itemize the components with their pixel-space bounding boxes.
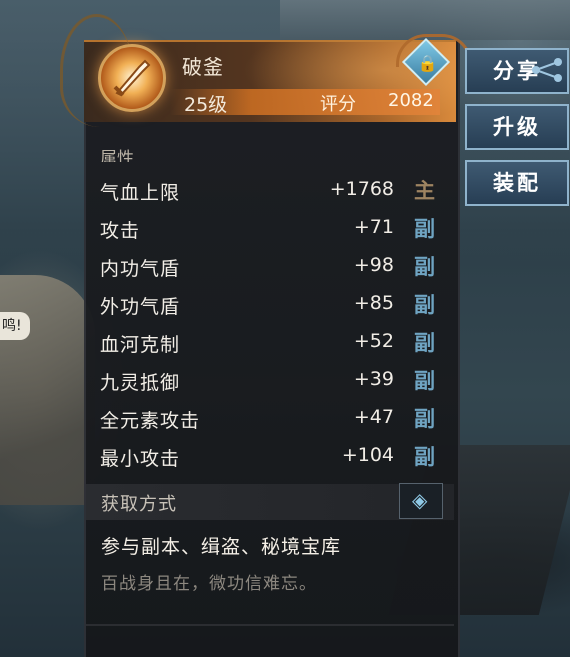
attribute-row: 全元素攻击 +47 副 bbox=[100, 402, 440, 438]
attribute-value: +104 bbox=[341, 444, 394, 466]
arrow-right-icon: ◈ bbox=[412, 488, 428, 512]
attribute-value: +1768 bbox=[329, 178, 394, 200]
attribute-row: 外功气盾 +85 副 bbox=[100, 288, 440, 324]
speech-bubble: 鸣! bbox=[0, 312, 30, 340]
acquire-arrow-button[interactable]: ◈ bbox=[399, 483, 443, 519]
attribute-row: 气血上限 +1768 主 bbox=[100, 174, 440, 210]
sword-flame-icon bbox=[98, 44, 166, 112]
attribute-row: 内功气盾 +98 副 bbox=[100, 250, 440, 286]
item-flavor-text: 百战身且在，微功信难忘。 bbox=[101, 574, 317, 594]
acquire-label: 获取方式 bbox=[101, 494, 177, 515]
section-header-attributes: 属性 bbox=[100, 149, 134, 162]
upgrade-button[interactable]: 升级 bbox=[465, 104, 569, 150]
attribute-value: +85 bbox=[353, 292, 394, 314]
equip-button[interactable]: 装配 bbox=[465, 160, 569, 206]
attribute-value: +47 bbox=[353, 406, 394, 428]
attribute-name: 血河克制 bbox=[100, 334, 181, 356]
lock-glyph: 🔒 bbox=[417, 53, 438, 73]
acquire-method-text: 参与副本、缉盗、秘境宝库 bbox=[101, 536, 342, 558]
panel-divider bbox=[86, 624, 454, 626]
attribute-value: +52 bbox=[353, 330, 394, 352]
attribute-name: 九灵抵御 bbox=[100, 372, 181, 394]
attribute-name: 外功气盾 bbox=[100, 296, 181, 318]
attribute-name: 最小攻击 bbox=[100, 448, 181, 470]
attribute-name: 攻击 bbox=[100, 220, 141, 242]
share-icon bbox=[532, 58, 562, 82]
attribute-value: +98 bbox=[353, 254, 394, 276]
attribute-row: 九灵抵御 +39 副 bbox=[100, 364, 440, 400]
attribute-name: 内功气盾 bbox=[100, 258, 181, 280]
attribute-row: 最小攻击 +104 副 bbox=[100, 440, 440, 476]
score-value: 2082 bbox=[388, 90, 434, 111]
background-boat-left bbox=[0, 275, 95, 505]
attribute-value: +39 bbox=[353, 368, 394, 390]
attribute-name: 气血上限 bbox=[100, 182, 181, 204]
score-label: 评分 bbox=[320, 94, 356, 115]
item-name: 破釜 bbox=[182, 55, 224, 79]
attribute-value: +71 bbox=[353, 216, 394, 238]
secondary-tag: 副 bbox=[414, 216, 435, 241]
attribute-row: 血河克制 +52 副 bbox=[100, 326, 440, 362]
secondary-tag: 副 bbox=[414, 254, 435, 279]
secondary-tag: 副 bbox=[414, 330, 435, 355]
attribute-name: 全元素攻击 bbox=[100, 410, 201, 432]
attribute-row: 攻击 +71 副 bbox=[100, 212, 440, 248]
secondary-tag: 副 bbox=[414, 444, 435, 469]
secondary-tag: 副 bbox=[414, 406, 435, 431]
item-level: 25级 bbox=[184, 94, 228, 116]
secondary-tag: 副 bbox=[414, 292, 435, 317]
primary-tag: 主 bbox=[414, 178, 435, 203]
secondary-tag: 副 bbox=[414, 368, 435, 393]
